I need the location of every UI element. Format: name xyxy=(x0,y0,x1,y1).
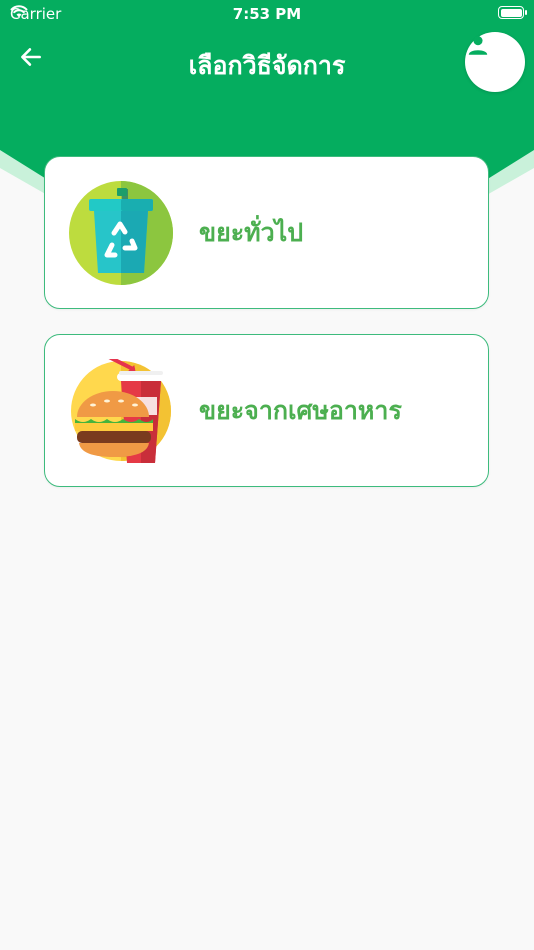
profile-button[interactable] xyxy=(465,32,525,92)
status-time: 7:53 PM xyxy=(232,5,302,23)
page-title: เลือกวิธีจัดการ xyxy=(188,51,346,80)
option-label: ขยะทั่วไป xyxy=(199,217,304,247)
food-waste-icon xyxy=(71,359,171,463)
person-icon xyxy=(468,36,488,55)
option-label: ขยะจากเศษอาหาร xyxy=(199,395,402,425)
option-card-general-waste[interactable]: ขยะทั่วไป xyxy=(44,156,489,309)
status-bar: Carrier 7:53 PM xyxy=(0,0,534,28)
battery-icon xyxy=(498,6,527,19)
recycle-bin-icon xyxy=(69,181,173,285)
option-card-food-waste[interactable]: ขยะจากเศษอาหาร xyxy=(44,334,489,487)
